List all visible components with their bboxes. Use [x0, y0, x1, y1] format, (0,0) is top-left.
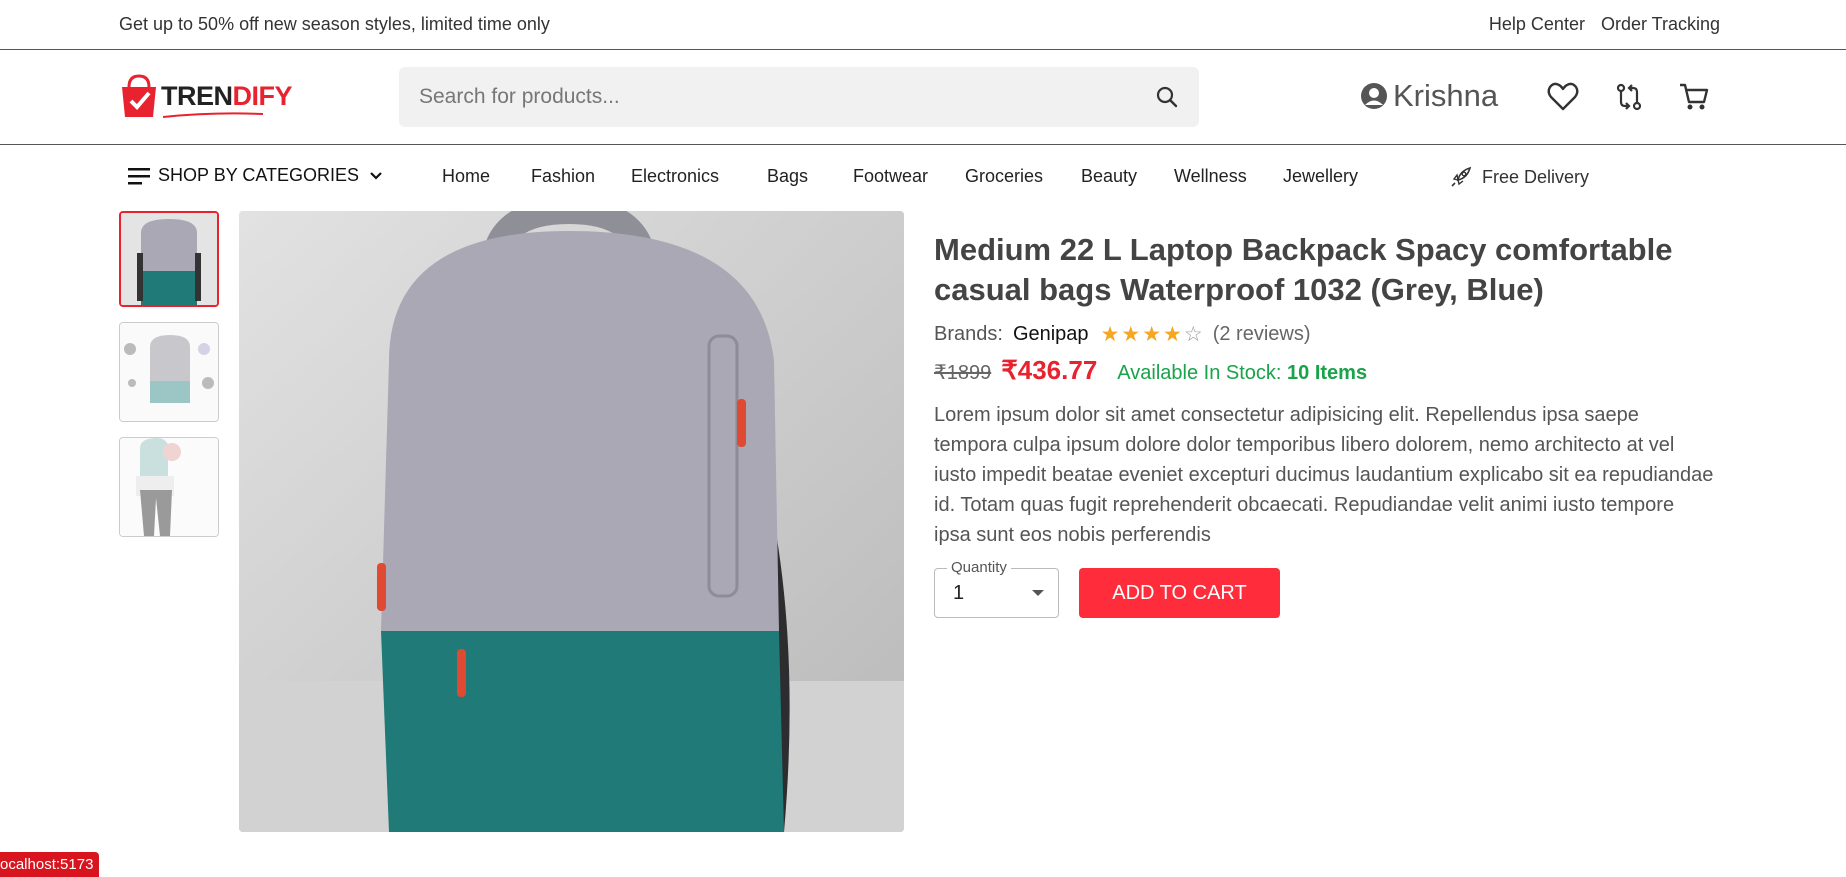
free-delivery: Free Delivery [1450, 166, 1589, 188]
categories-label: SHOP BY CATEGORIES [158, 165, 360, 185]
heart-icon[interactable] [1546, 80, 1580, 114]
user-account[interactable]: Krishna [1360, 78, 1498, 114]
product-title: Medium 22 L Laptop Backpack Spacy comfor… [934, 232, 1673, 307]
chevron-down-icon [370, 171, 382, 180]
product-meta: Brands: Genipap ★ ★ ★ ★ ☆ (2 reviews) [934, 322, 1714, 347]
search-bar [399, 67, 1199, 127]
main-nav: SHOP BY CATEGORIES Home Fashion Electron… [0, 145, 1846, 211]
nav-link-home[interactable]: Home [442, 166, 490, 187]
logo-text: TRENDIFY [161, 81, 293, 118]
brand-label: Brands: [934, 323, 1003, 345]
product-thumbnail-3[interactable] [119, 437, 219, 537]
shop-by-categories-button[interactable]: SHOP BY CATEGORIES [128, 165, 383, 186]
stock-label: Available In Stock: [1117, 362, 1282, 384]
star-filled-icon: ★ [1142, 323, 1162, 346]
nav-link-beauty[interactable]: Beauty [1081, 166, 1137, 187]
star-filled-icon: ★ [1121, 323, 1141, 346]
search-input[interactable] [419, 67, 1119, 127]
stock-count: 10 Items [1287, 362, 1368, 384]
nav-link-bags[interactable]: Bags [767, 166, 808, 187]
old-price: ₹1899 [934, 362, 992, 384]
user-name: Krishna [1393, 78, 1499, 113]
order-tracking-link[interactable]: Order Tracking [1601, 14, 1720, 35]
product-description: Lorem ipsum dolor sit amet consectetur a… [934, 404, 1714, 546]
logo-swoosh [163, 111, 263, 118]
star-filled-icon: ★ [1100, 323, 1120, 346]
promo-bar: Get up to 50% off new season styles, lim… [0, 0, 1846, 50]
purchase-actions: Quantity 1 ADD TO CART [934, 559, 1714, 618]
add-to-cart-button[interactable]: ADD TO CART [1079, 568, 1280, 618]
logo[interactable]: TRENDIFY [119, 70, 293, 122]
nav-link-groceries[interactable]: Groceries [965, 166, 1043, 187]
nav-link-footwear[interactable]: Footwear [853, 166, 928, 187]
star-empty-icon: ☆ [1183, 323, 1203, 346]
price-row: ₹1899 ₹436.77 Available In Stock: 10 Ite… [934, 355, 1714, 386]
review-count[interactable]: (2 reviews) [1213, 323, 1311, 346]
product-thumbnail-2[interactable] [119, 322, 219, 422]
top-links: Help Center Order Tracking [1489, 14, 1720, 35]
free-delivery-label: Free Delivery [1482, 166, 1590, 187]
nav-link-jewellery[interactable]: Jewellery [1283, 166, 1358, 187]
current-price: ₹436.77 [1001, 355, 1098, 385]
star-filled-icon: ★ [1163, 323, 1182, 346]
compare-icon[interactable] [1612, 80, 1646, 114]
product-thumbnail-1[interactable] [119, 211, 219, 307]
nav-link-electronics[interactable]: Electronics [631, 166, 719, 187]
quantity-label: Quantity [947, 559, 1011, 576]
menu-icon [128, 167, 150, 184]
shopping-bag-logo-icon [122, 74, 156, 117]
rocket-icon [1451, 166, 1472, 187]
site-header: TRENDIFY Krishna [0, 50, 1846, 145]
quantity-select[interactable]: Quantity 1 [934, 559, 1059, 618]
status-url: ocalhost:5173 [0, 852, 100, 877]
user-icon [1361, 83, 1387, 109]
backpack-front-image [121, 213, 217, 305]
product-info: Medium 22 L Laptop Backpack Spacy comfor… [934, 230, 1714, 618]
nav-link-wellness[interactable]: Wellness [1174, 166, 1247, 187]
cart-icon[interactable] [1677, 80, 1711, 114]
nav-link-fashion[interactable]: Fashion [531, 166, 595, 187]
rating-stars: ★ ★ ★ ★ ☆ [1101, 322, 1203, 347]
backpack-model-image [120, 438, 218, 536]
backpack-detail-image [120, 323, 218, 421]
search-icon[interactable] [1155, 85, 1179, 109]
product-main-image[interactable] [239, 211, 904, 832]
help-center-link[interactable]: Help Center [1489, 14, 1585, 35]
backpack-main-image [239, 211, 904, 832]
quantity-value: 1 [953, 582, 965, 604]
stock-status: Available In Stock: 10 Items [1117, 362, 1367, 385]
promo-text: Get up to 50% off new season styles, lim… [119, 14, 550, 34]
caret-down-icon [1032, 590, 1044, 596]
brand-name[interactable]: Genipap [1013, 323, 1089, 346]
